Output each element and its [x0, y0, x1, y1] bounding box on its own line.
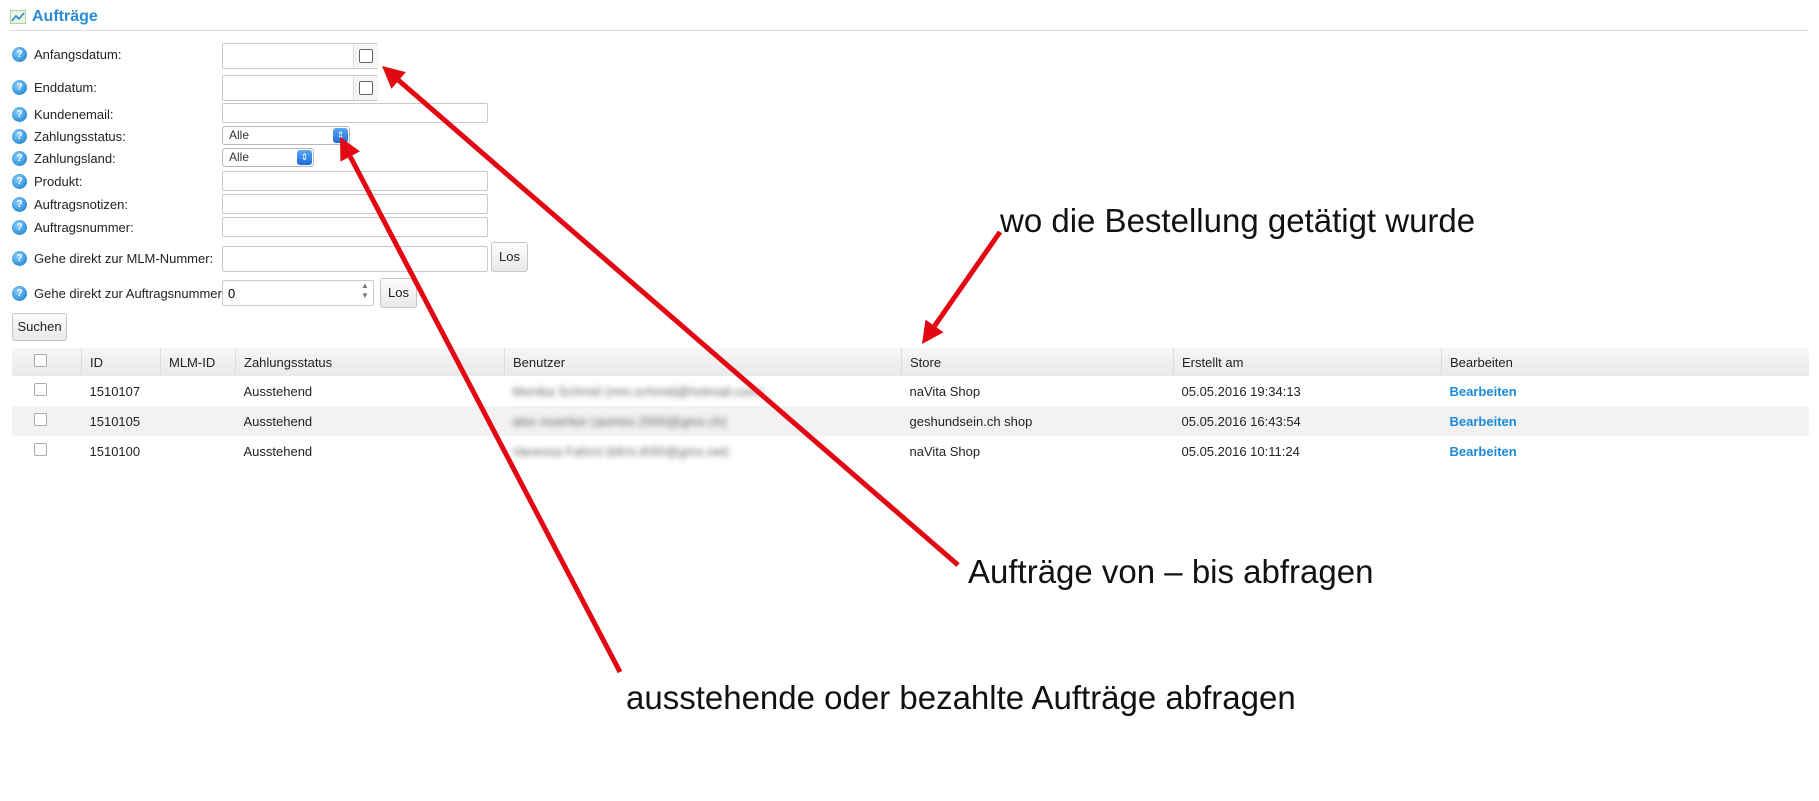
column-header[interactable]: Bearbeiten: [1441, 348, 1809, 376]
help-icon[interactable]: ?: [12, 251, 27, 266]
column-header[interactable]: MLM-ID: [160, 348, 236, 376]
page-title: Aufträge: [32, 8, 98, 25]
column-header[interactable]: Store: [901, 348, 1174, 376]
select-arrow-icon: ⇕: [333, 128, 348, 143]
stepper-arrows-icon[interactable]: ▲ ▼: [358, 281, 372, 305]
table-row: 1510100 Ausstehend Vanessa Fahrni (bfrm.…: [12, 436, 1809, 466]
select-arrow-icon: ⇕: [297, 150, 312, 165]
goto-order-label: ? Gehe direkt zur Auftragsnummer:: [12, 286, 225, 301]
help-icon[interactable]: ?: [12, 286, 27, 301]
row-checkbox[interactable]: [34, 413, 47, 426]
goto-mlm-input[interactable]: [222, 246, 488, 272]
payment-status-select[interactable]: Alle ⇕: [222, 126, 350, 145]
date-annotation: Aufträge von – bis abfragen: [968, 553, 1374, 590]
order-id: 1510105: [81, 406, 161, 436]
help-icon[interactable]: ?: [12, 197, 27, 212]
order-number-input[interactable]: [222, 217, 488, 237]
select-all-checkbox[interactable]: [34, 354, 47, 367]
payment-country-label: ? Zahlungsland:: [12, 151, 116, 166]
store: naVita Shop: [909, 383, 981, 399]
user-name: Vanessa Fahrni (bfrm.th50@gmx.net): [512, 443, 730, 459]
row-checkbox[interactable]: [34, 443, 47, 456]
edit-link[interactable]: Bearbeiten: [1450, 444, 1517, 459]
store: naVita Shop: [909, 443, 981, 459]
payment-country-select[interactable]: Alle ⇕: [222, 148, 314, 167]
user-cell: alex moerker (aomes.2000@gmx.ch): [504, 406, 902, 436]
product-label: ? Produkt:: [12, 174, 82, 189]
store-annotation: wo die Bestellung getätigt wurde: [1000, 202, 1476, 239]
edit-cell: Bearbeiten: [1442, 376, 1810, 406]
help-icon[interactable]: ?: [12, 220, 27, 235]
orders-icon: [10, 10, 26, 24]
table-header-row: ID MLM-ID Zahlungsstatus Benutzer Store …: [12, 348, 1809, 376]
payment-status-label: ? Zahlungsstatus:: [12, 129, 126, 144]
orders-table: ID MLM-ID Zahlungsstatus Benutzer Store …: [12, 348, 1809, 466]
row-select-cell: [12, 376, 82, 406]
help-icon[interactable]: ?: [12, 47, 27, 62]
table-row: 1510105 Ausstehend alex moerker (aomes.2…: [12, 406, 1809, 436]
mlm-id: [160, 406, 236, 436]
help-icon[interactable]: ?: [12, 107, 27, 122]
calendar-icon[interactable]: [353, 76, 378, 100]
edit-cell: Bearbeiten: [1442, 436, 1810, 466]
order-number-label: ? Auftragsnummer:: [12, 220, 134, 235]
date-arrow-head: [382, 66, 406, 89]
status-annotation: ausstehende oder bezahlte Aufträge abfra…: [626, 679, 1296, 716]
user-cell: Vanessa Fahrni (bfrm.th50@gmx.net): [505, 436, 902, 466]
start-date-label: ? Anfangsdatum:: [12, 47, 121, 62]
customer-email-label: ? Kundenemail:: [12, 107, 114, 122]
created-at: 05.05.2016 19:34:13: [1181, 383, 1301, 399]
column-header[interactable]: ID: [81, 348, 161, 376]
order-notes-input[interactable]: [222, 194, 488, 214]
product-input[interactable]: [222, 171, 488, 191]
column-header[interactable]: Benutzer: [504, 348, 902, 376]
column-header[interactable]: Erstellt am: [1173, 348, 1442, 376]
help-icon[interactable]: ?: [12, 80, 27, 95]
calendar-icon[interactable]: [353, 44, 378, 68]
help-icon[interactable]: ?: [12, 174, 27, 189]
row-select-cell: [12, 406, 82, 436]
table-row: 1510107 Ausstehend Monika Schmid (mm.sch…: [12, 376, 1809, 406]
help-icon[interactable]: ?: [12, 151, 27, 166]
user-cell: Monika Schmid (mm.schmid@hotmail.com): [505, 376, 902, 406]
customer-email-input[interactable]: [222, 103, 488, 123]
goto-mlm-button[interactable]: Los: [491, 242, 528, 272]
store: geshundsein.ch shop: [901, 406, 1174, 436]
goto-mlm-label: ? Gehe direkt zur MLM-Nummer:: [12, 251, 213, 266]
user-name: Monika Schmid (mm.schmid@hotmail.com): [512, 383, 764, 399]
goto-order-input[interactable]: [222, 280, 374, 306]
created-at: 05.05.2016 16:43:54: [1173, 406, 1442, 436]
mlm-id: [161, 376, 236, 406]
order-id: 1510100: [89, 443, 141, 459]
payment-status: Ausstehend: [235, 406, 505, 436]
goto-order-button[interactable]: Los: [380, 278, 417, 308]
created-at: 05.05.2016 10:11:24: [1181, 443, 1300, 459]
row-checkbox[interactable]: [34, 383, 47, 396]
row-select-cell: [12, 436, 82, 466]
payment-status: Ausstehend: [243, 383, 313, 399]
page-header: Aufträge: [10, 6, 1808, 31]
column-header[interactable]: Zahlungsstatus: [235, 348, 505, 376]
edit-cell: Bearbeiten: [1441, 406, 1809, 436]
edit-link[interactable]: Bearbeiten: [1450, 414, 1517, 429]
order-id: 1510107: [89, 383, 141, 399]
mlm-id: [161, 436, 236, 466]
help-icon[interactable]: ?: [12, 129, 27, 144]
search-button[interactable]: Suchen: [12, 313, 67, 341]
end-date-label: ? Enddatum:: [12, 80, 97, 95]
order-notes-label: ? Auftragsnotizen:: [12, 197, 128, 212]
payment-status: Ausstehend: [243, 443, 313, 459]
date-arrow-line: [396, 78, 960, 567]
store-arrow-line: [932, 230, 1003, 328]
select-all-cell: [12, 348, 82, 376]
edit-link[interactable]: Bearbeiten: [1450, 384, 1517, 399]
user-name: alex moerker (aomes.2000@gmx.ch): [512, 413, 727, 429]
store-arrow-head: [922, 319, 944, 344]
